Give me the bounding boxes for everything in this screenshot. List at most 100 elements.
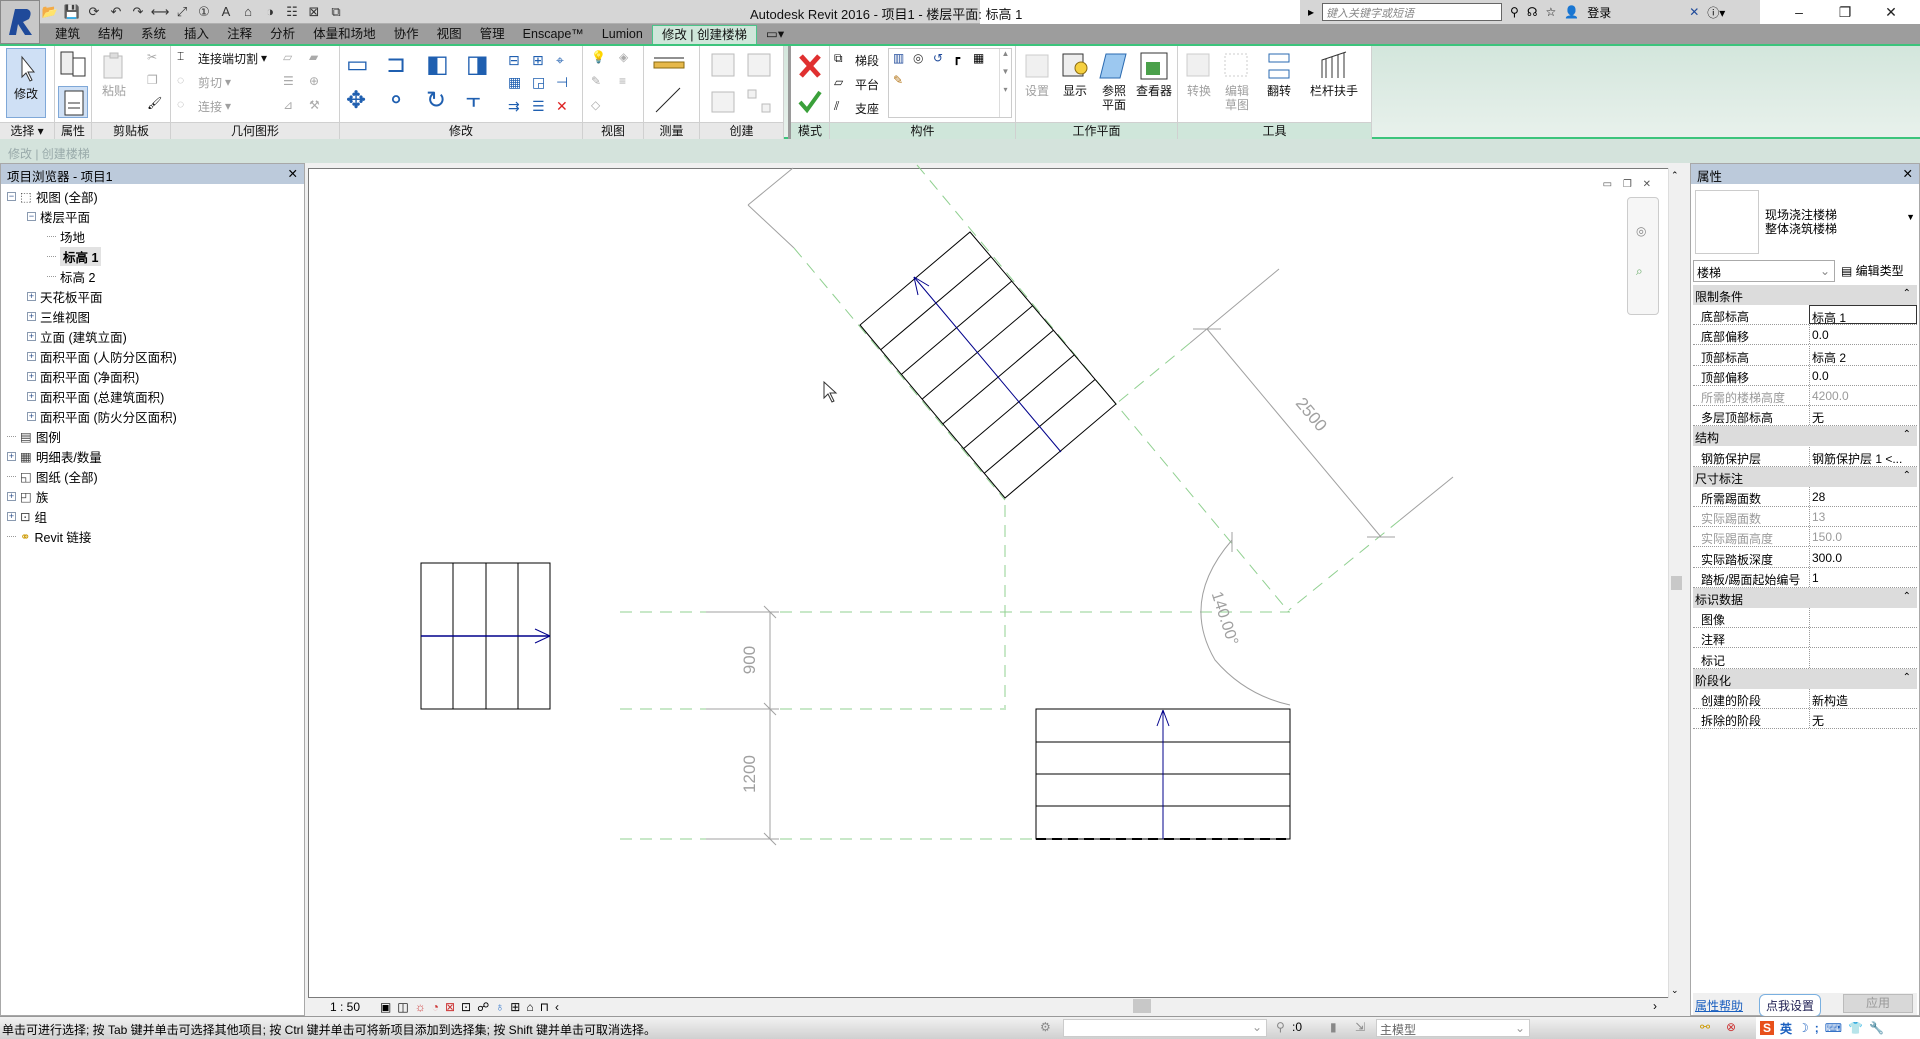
aligned-dimension-icon[interactable] bbox=[650, 84, 690, 116]
tab-8[interactable]: 视图 bbox=[428, 25, 471, 44]
browser-item[interactable]: ▤ 图例 bbox=[7, 426, 61, 446]
wrench-icon[interactable]: 🔧 bbox=[1869, 1021, 1884, 1035]
exchange-apps-icon[interactable]: ✕ bbox=[1689, 5, 1699, 19]
browser-item[interactable]: + 面积平面 (人防分区面积) bbox=[27, 346, 177, 366]
moon-icon[interactable]: ☽ bbox=[1798, 1021, 1809, 1035]
expand-icon[interactable]: + bbox=[27, 311, 36, 321]
close-hidden-icon[interactable]: ⊠ bbox=[306, 4, 322, 20]
tab-2[interactable]: 系统 bbox=[132, 25, 175, 44]
match-type-icon[interactable]: 🖌 bbox=[147, 96, 165, 114]
tab-3[interactable]: 插入 bbox=[175, 25, 218, 44]
steering-wheel-icon[interactable]: ◎ bbox=[1636, 224, 1646, 238]
property-value[interactable]: 标高 2 bbox=[1809, 345, 1917, 365]
finish-edit-icon[interactable] bbox=[797, 88, 823, 114]
trim-single-icon[interactable]: ☰ bbox=[532, 98, 545, 115]
switch-windows-icon[interactable]: ⧉ bbox=[328, 4, 344, 20]
tab-1[interactable]: 结构 bbox=[89, 25, 132, 44]
browser-item[interactable]: + ⊡ 组 bbox=[7, 506, 47, 526]
constraints-icon[interactable]: ⊓ bbox=[540, 1000, 549, 1014]
property-group[interactable]: 限制条件 ⌃ bbox=[1693, 285, 1917, 305]
tab-12[interactable]: 修改 | 创建楼梯 bbox=[651, 25, 758, 44]
vertical-scrollbar[interactable]: ⌃ ⌄ bbox=[1668, 168, 1684, 998]
properties-palette-icon[interactable] bbox=[58, 86, 88, 118]
property-value[interactable] bbox=[1809, 608, 1917, 628]
property-group[interactable]: 尺寸标注 ⌃ bbox=[1693, 466, 1917, 487]
collapse-group-icon[interactable]: ⌃ bbox=[1903, 288, 1911, 299]
type-properties-icon[interactable] bbox=[58, 50, 88, 78]
browser-item[interactable]: 场地 bbox=[47, 226, 85, 246]
expand-icon[interactable]: + bbox=[27, 291, 36, 301]
browser-item[interactable]: + 面积平面 (防火分区面积) bbox=[27, 406, 177, 426]
skin-icon[interactable]: 👕 bbox=[1848, 1021, 1863, 1035]
paste-button[interactable]: 粘贴 bbox=[98, 50, 130, 98]
pin-icon[interactable]: ⊣ bbox=[556, 74, 568, 91]
browser-item[interactable]: ⚭ Revit 链接 bbox=[7, 526, 91, 546]
browser-item[interactable]: + 面积平面 (净面积) bbox=[27, 366, 139, 386]
expand-icon[interactable]: + bbox=[7, 511, 16, 521]
spiral-run-icon[interactable]: ◎ bbox=[913, 51, 923, 65]
scroll-up-icon[interactable]: ⌃ bbox=[1671, 170, 1679, 181]
create-assembly-icon[interactable] bbox=[708, 50, 740, 80]
subscription-icon[interactable]: ☊ bbox=[1527, 5, 1538, 19]
hammer-icon[interactable]: ⚒ bbox=[309, 98, 327, 116]
setup-tooltip[interactable]: 点我设置 bbox=[1759, 994, 1822, 1017]
tab-11[interactable]: Lumion bbox=[593, 25, 652, 44]
center-spiral-icon[interactable]: ↺ bbox=[933, 51, 943, 65]
property-value[interactable] bbox=[1809, 628, 1917, 648]
demolish-icon[interactable]: ⊕ bbox=[309, 74, 327, 92]
browser-item[interactable]: + ◰ 族 bbox=[7, 486, 48, 506]
scroll-down-icon[interactable]: ⌄ bbox=[1671, 985, 1679, 996]
vertical-scroll-thumb[interactable] bbox=[1671, 576, 1682, 590]
browser-item[interactable]: + 面积平面 (总建筑面积) bbox=[27, 386, 164, 406]
view-scale[interactable]: 1 : 50 bbox=[330, 1000, 360, 1014]
browser-item[interactable]: − 楼层平面 bbox=[27, 206, 90, 226]
thin-lines-icon[interactable]: ☷ bbox=[284, 4, 300, 20]
property-value[interactable]: 1 bbox=[1809, 567, 1917, 587]
straight-run-icon[interactable]: ▥ bbox=[893, 51, 904, 65]
crop-view-icon[interactable]: ⊠ bbox=[445, 1000, 455, 1014]
join-button[interactable]: ◌ 连接 ▾ bbox=[177, 96, 231, 116]
mirror-axis-icon[interactable]: ◧ bbox=[426, 50, 449, 79]
favorites-icon[interactable]: ☆ bbox=[1546, 5, 1557, 19]
editing-requests-icon[interactable]: ⇲ bbox=[1355, 1020, 1365, 1034]
tab-9[interactable]: 管理 bbox=[471, 25, 514, 44]
collapse-group-icon[interactable]: ⌃ bbox=[1903, 591, 1911, 602]
sketch-run-icon[interactable]: ✎ bbox=[893, 73, 903, 87]
binoculars-icon[interactable]: ⚲ bbox=[1510, 5, 1519, 19]
temp-hide-icon[interactable]: ☍ bbox=[477, 1000, 489, 1014]
analytical-model-icon[interactable]: ⊞ bbox=[510, 1000, 520, 1014]
property-value[interactable]: 0.0 bbox=[1809, 325, 1917, 345]
expand-icon[interactable]: + bbox=[27, 411, 36, 421]
keyboard-icon[interactable]: ⌨ bbox=[1825, 1021, 1842, 1035]
save-icon[interactable]: 💾 bbox=[64, 4, 80, 20]
similar-icon[interactable] bbox=[744, 86, 776, 116]
panel-label-select[interactable]: 选择 ▾ bbox=[0, 122, 54, 139]
expand-icon[interactable]: + bbox=[27, 331, 36, 341]
expand-icon[interactable]: + bbox=[7, 451, 16, 461]
property-value[interactable]: 钢筋保护层 1 <... bbox=[1809, 446, 1917, 466]
cancel-edit-icon[interactable] bbox=[797, 52, 823, 80]
property-value[interactable]: 无 bbox=[1809, 709, 1917, 729]
support-button[interactable]: ⫽ 支座 bbox=[834, 98, 879, 118]
restore-button[interactable]: ❐ bbox=[1822, 0, 1868, 24]
browser-item[interactable]: 标高 1 bbox=[47, 246, 102, 266]
open-icon[interactable]: 📂 bbox=[42, 4, 58, 20]
login-button[interactable]: 登录 bbox=[1587, 4, 1611, 21]
property-group[interactable]: 结构 ⌃ bbox=[1693, 426, 1917, 447]
ime-language[interactable]: 英 bbox=[1780, 1020, 1792, 1037]
close-window-button[interactable]: ✕ bbox=[1868, 0, 1914, 24]
3d-view-icon[interactable]: ⌂ bbox=[240, 4, 256, 20]
drawing-canvas[interactable]: ▭ ❐ ✕ ◎ ⌕ bbox=[308, 168, 1684, 998]
section-icon[interactable]: ◑ bbox=[262, 4, 278, 20]
expand-icon[interactable]: + bbox=[7, 491, 16, 501]
property-value[interactable]: 300.0 bbox=[1809, 547, 1917, 567]
scale-icon[interactable]: ◲ bbox=[532, 74, 545, 91]
collapse-icon[interactable]: − bbox=[27, 211, 36, 221]
create-parts-icon[interactable] bbox=[744, 50, 776, 80]
property-group[interactable]: 标识数据 ⌃ bbox=[1693, 588, 1917, 608]
collapse-bar-icon[interactable]: ‹ bbox=[555, 1000, 559, 1014]
visual-style-icon[interactable]: ◫ bbox=[397, 1000, 408, 1014]
show-crop-icon[interactable]: ⊡ bbox=[461, 1000, 471, 1014]
viewer-button[interactable]: 查看器 bbox=[1134, 50, 1174, 98]
property-group[interactable]: 阶段化 ⌃ bbox=[1693, 668, 1917, 689]
